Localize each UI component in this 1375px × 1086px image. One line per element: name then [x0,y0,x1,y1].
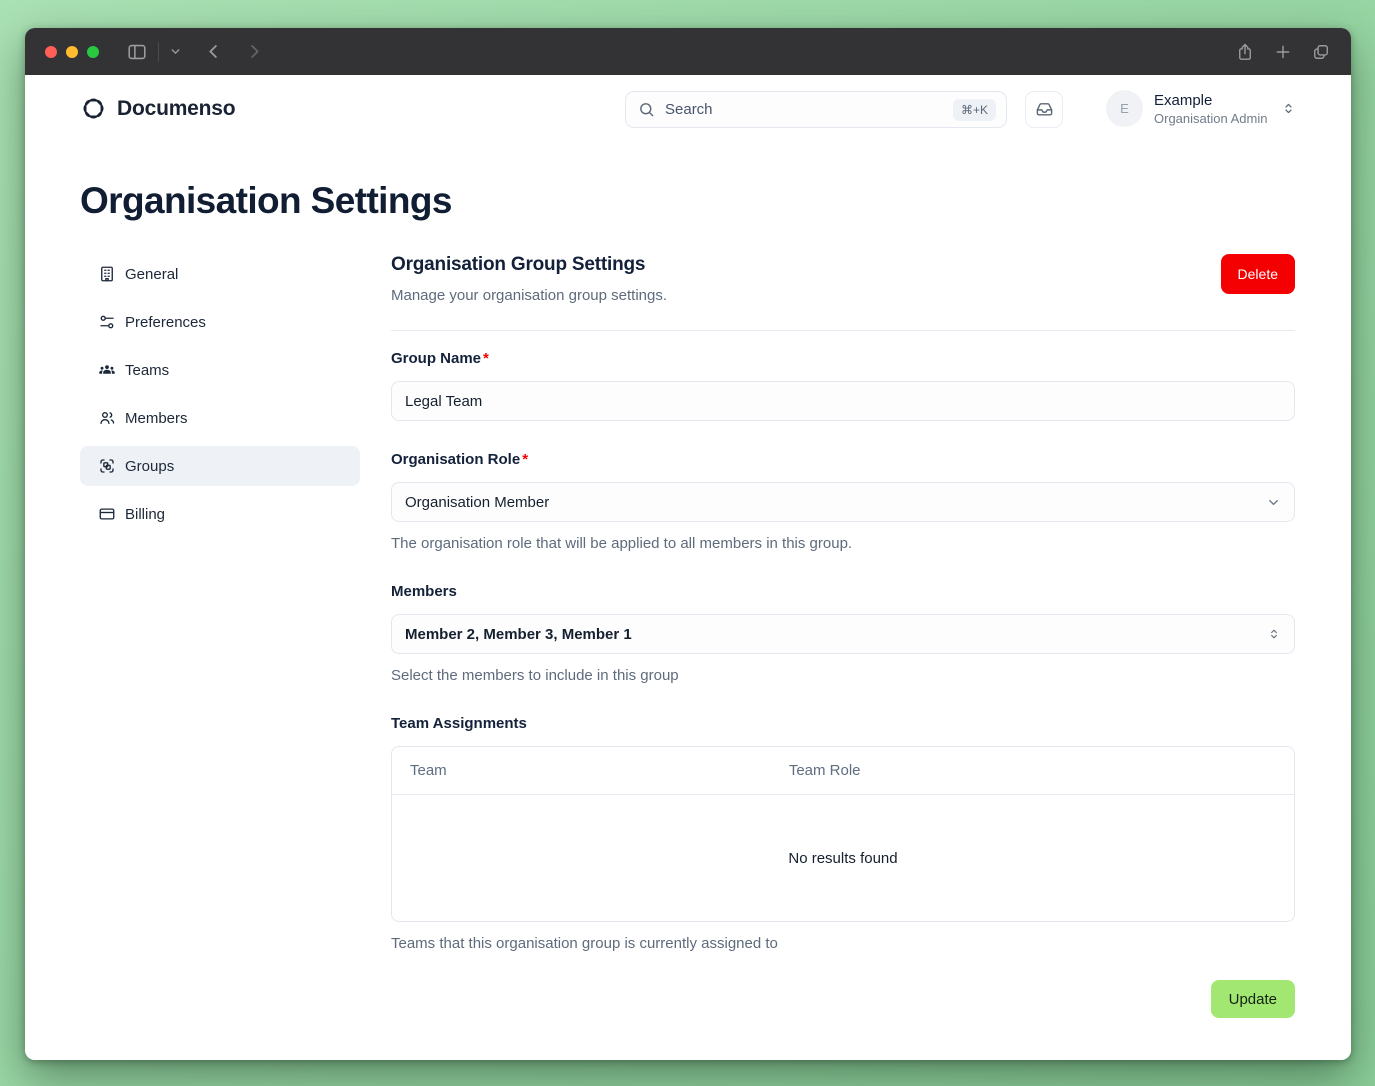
users-icon [98,409,116,427]
settings-nav: General Preferences Teams [80,254,360,1018]
required-asterisk: * [522,451,528,468]
account-role: Organisation Admin [1154,112,1267,125]
sidebar-item-general[interactable]: General [80,254,360,294]
window-titlebar [25,28,1351,75]
group-name-label: Group Name* [391,350,1295,367]
sidebar-item-label: Preferences [125,314,206,331]
close-window-button[interactable] [45,46,57,58]
sidebar-item-members[interactable]: Members [80,398,360,438]
column-header-team: Team [392,747,771,794]
documenso-logo-icon [80,95,107,122]
minimize-window-button[interactable] [66,46,78,58]
browser-window: Documenso Search ⌘+K E Example Organisat… [25,28,1351,1060]
search-input[interactable]: Search ⌘+K [625,91,1007,128]
organisation-role-label: Organisation Role* [391,451,1295,468]
table-empty-state: No results found [392,795,1294,921]
chevron-up-down-icon [1281,101,1296,116]
members-label: Members [391,583,1295,600]
titlebar-divider [158,42,159,62]
sidebar-item-label: Groups [125,458,174,475]
group-scan-icon [98,457,116,475]
chevron-down-icon[interactable] [169,45,182,58]
delete-button[interactable]: Delete [1221,254,1295,294]
members-multiselect[interactable]: Member 2, Member 3, Member 1 [391,614,1295,654]
section-divider [391,330,1295,331]
share-icon[interactable] [1235,42,1255,62]
forward-icon[interactable] [245,42,264,61]
inbox-icon [1035,100,1054,119]
team-assignments-label: Team Assignments [391,715,1295,732]
search-shortcut-badge: ⌘+K [953,99,996,121]
search-placeholder: Search [665,101,713,118]
sidebar-item-label: Teams [125,362,169,379]
sidebar-item-billing[interactable]: Billing [80,494,360,534]
brand-name: Documenso [117,97,235,121]
people-group-icon [98,361,116,379]
sidebar-item-label: General [125,266,178,283]
documenso-logo[interactable]: Documenso [80,95,235,122]
group-settings-panel: Organisation Group Settings Manage your … [391,254,1295,1018]
avatar: E [1106,90,1143,127]
sidebar-item-preferences[interactable]: Preferences [80,302,360,342]
sliders-icon [98,313,116,331]
account-name: Example [1154,93,1267,108]
sidebar-toggle-icon[interactable] [126,41,148,63]
zoom-window-button[interactable] [87,46,99,58]
credit-card-icon [98,505,116,523]
back-icon[interactable] [204,42,223,61]
page-title: Organisation Settings [80,180,1295,222]
update-button[interactable]: Update [1211,980,1295,1018]
sidebar-item-label: Billing [125,506,165,523]
organisation-role-helper: The organisation role that will be appli… [391,535,1295,552]
required-asterisk: * [483,350,489,367]
new-tab-icon[interactable] [1274,43,1292,61]
team-assignments-table: Team Team Role No results found [391,746,1295,922]
inbox-button[interactable] [1025,91,1063,128]
sidebar-item-groups[interactable]: Groups [80,446,360,486]
organisation-role-select[interactable]: Organisation Member [391,482,1295,522]
group-name-input[interactable]: Legal Team [391,381,1295,421]
chevron-up-down-icon [1267,627,1281,641]
column-header-team-role: Team Role [771,747,1294,794]
tab-overview-icon[interactable] [1311,42,1331,62]
sidebar-item-label: Members [125,410,188,427]
traffic-lights [45,46,99,58]
search-icon [638,101,655,118]
sidebar-item-teams[interactable]: Teams [80,350,360,390]
app-content: Documenso Search ⌘+K E Example Organisat… [25,75,1351,1060]
table-header-row: Team Team Role [392,747,1294,795]
team-assignments-helper: Teams that this organisation group is cu… [391,935,1295,952]
section-heading: Organisation Group Settings [391,254,667,276]
chevron-down-icon [1266,495,1281,510]
account-menu[interactable]: E Example Organisation Admin [1106,90,1296,127]
section-subheading: Manage your organisation group settings. [391,287,667,304]
members-helper: Select the members to include in this gr… [391,667,1295,684]
building-icon [98,265,116,283]
